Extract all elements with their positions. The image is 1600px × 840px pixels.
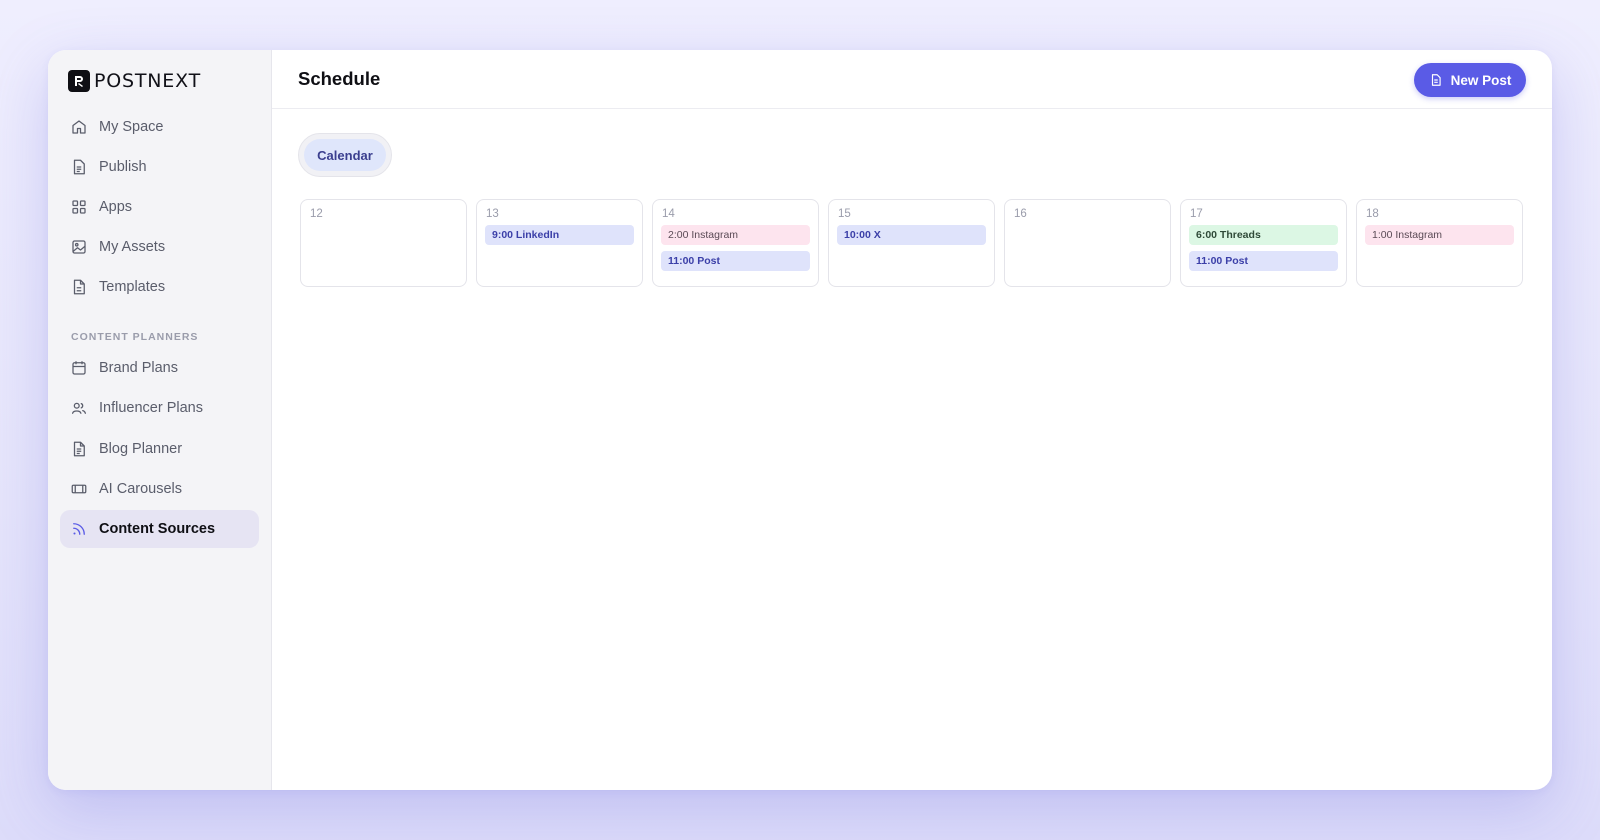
tab-calendar[interactable]: Calendar <box>304 139 386 171</box>
section-label-content-planners: CONTENT PLANNERS <box>71 331 199 343</box>
document-icon <box>73 159 85 175</box>
postnext-logo-icon <box>68 70 90 92</box>
sidebar-item-label: AI Carousels <box>99 481 183 497</box>
day-number: 15 <box>838 208 851 220</box>
new-post-button[interactable]: New Post <box>1414 63 1526 97</box>
day-number: 17 <box>1190 208 1203 220</box>
calendar-icon <box>72 361 86 375</box>
new-post-label: New Post <box>1450 72 1512 88</box>
calendar-day[interactable]: 17 6:00 Threads 11:00 Post <box>1180 199 1347 287</box>
sidebar-item-label: My Space <box>99 119 164 135</box>
rss-icon <box>73 523 85 535</box>
calendar-day[interactable]: 14 2:00 Instagram 11:00 Post <box>652 199 819 287</box>
sidebar-item-my-assets[interactable]: My Assets <box>60 228 259 266</box>
sidebar-item-label: Blog Planner <box>99 441 183 457</box>
sidebar-item-brand-plans[interactable]: Brand Plans <box>60 349 259 387</box>
sidebar-item-blog-planner[interactable]: Blog Planner <box>60 430 259 468</box>
sidebar-item-influencer-plans[interactable]: Influencer Plans <box>60 389 259 427</box>
file-text-icon <box>73 441 85 457</box>
grid-icon <box>72 200 86 214</box>
sidebar-item-label: Brand Plans <box>99 360 178 376</box>
calendar-event[interactable]: 2:00 Instagram <box>661 225 810 245</box>
image-icon <box>72 240 86 254</box>
carousel-icon <box>71 484 87 494</box>
day-number: 18 <box>1366 208 1379 220</box>
calendar-day[interactable]: 15 10:00 X <box>828 199 995 287</box>
page-title: Schedule <box>298 68 381 89</box>
sidebar-item-label: Templates <box>99 279 166 295</box>
calendar-event[interactable]: 11:00 Post <box>1189 251 1338 271</box>
calendar-day[interactable]: 16 <box>1004 199 1171 287</box>
calendar-event[interactable]: 9:00 LinkedIn <box>485 225 634 245</box>
sidebar-item-label: Content Sources <box>99 521 216 537</box>
sidebar-item-publish[interactable]: Publish <box>60 148 259 186</box>
calendar-event[interactable]: 10:00 X <box>837 225 986 245</box>
sidebar-item-label: Publish <box>99 159 147 175</box>
page-header: Schedule New Post <box>272 50 1552 109</box>
users-icon <box>71 402 87 414</box>
file-icon <box>73 279 85 295</box>
day-number: 16 <box>1014 208 1027 220</box>
sidebar-item-apps[interactable]: Apps <box>60 188 259 226</box>
calendar-event[interactable]: 11:00 Post <box>661 251 810 271</box>
document-icon <box>1431 74 1441 86</box>
day-number: 12 <box>310 208 323 220</box>
day-number: 13 <box>486 208 499 220</box>
calendar-event[interactable]: 1:00 Instagram <box>1365 225 1514 245</box>
sidebar-item-label: Apps <box>99 199 133 215</box>
sidebar-item-ai-carousels[interactable]: AI Carousels <box>60 470 259 508</box>
home-icon <box>72 120 86 134</box>
brand-logo[interactable]: POSTNEXT <box>68 70 201 92</box>
calendar-event[interactable]: 6:00 Threads <box>1189 225 1338 245</box>
day-number: 14 <box>662 208 675 220</box>
sidebar-item-label: My Assets <box>99 239 166 255</box>
brand-name: POSTNEXT <box>94 70 201 92</box>
main-content: Schedule New Post Calendar 12 13 9:00 Li… <box>272 50 1552 790</box>
view-tabs: Calendar <box>298 133 392 177</box>
app-window: POSTNEXT My Space Publish Apps My Assets… <box>48 50 1552 790</box>
sidebar: POSTNEXT My Space Publish Apps My Assets… <box>48 50 272 790</box>
sidebar-item-templates[interactable]: Templates <box>60 268 259 306</box>
calendar-week: 12 13 9:00 LinkedIn 14 2:00 Instagram 11… <box>300 199 1523 287</box>
calendar-day[interactable]: 13 9:00 LinkedIn <box>476 199 643 287</box>
calendar-day[interactable]: 12 <box>300 199 467 287</box>
sidebar-item-content-sources[interactable]: Content Sources <box>60 510 259 548</box>
sidebar-item-label: Influencer Plans <box>99 400 203 416</box>
sidebar-item-my-space[interactable]: My Space <box>60 108 259 146</box>
calendar-day[interactable]: 18 1:00 Instagram <box>1356 199 1523 287</box>
